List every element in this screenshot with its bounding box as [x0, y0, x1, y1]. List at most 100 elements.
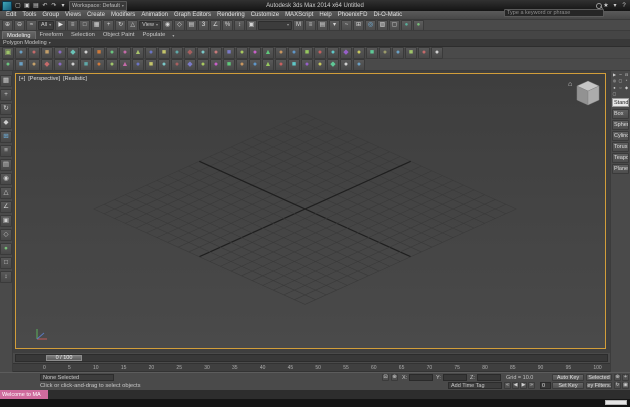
- plugin-icon[interactable]: ●: [314, 58, 326, 71]
- plugin-icon[interactable]: ▣: [2, 46, 14, 59]
- plugin-icon[interactable]: ●: [106, 58, 118, 71]
- primitive-category-dropdown[interactable]: Standard: [612, 98, 629, 107]
- select-object-icon[interactable]: ▶: [55, 19, 67, 31]
- plugin-icon[interactable]: ▲: [262, 46, 274, 59]
- select-and-scale-icon[interactable]: △: [127, 19, 139, 31]
- cameras-category-icon[interactable]: ▢: [612, 91, 617, 96]
- angle-snap-icon[interactable]: ∠: [209, 19, 221, 31]
- plugin-icon[interactable]: ◆: [67, 46, 79, 59]
- select-by-name-icon[interactable]: ≡: [67, 19, 79, 31]
- plugin-icon[interactable]: ●: [158, 58, 170, 71]
- object-type-button[interactable]: Torus: [612, 142, 629, 152]
- plugin-icon[interactable]: ●: [236, 46, 248, 59]
- new-scene-icon[interactable]: ▢: [14, 2, 22, 10]
- plugin-icon[interactable]: ●: [210, 46, 222, 59]
- undo-icon[interactable]: ↶: [41, 2, 49, 10]
- left-tool-icon[interactable]: ≡: [0, 145, 12, 157]
- mirror-icon[interactable]: M: [292, 19, 304, 31]
- plugin-icon[interactable]: ●: [67, 58, 79, 71]
- plugin-icon[interactable]: ●: [15, 46, 27, 59]
- hierarchy-tab-icon[interactable]: ⊟: [624, 72, 629, 77]
- tab-freeform[interactable]: Freeform: [36, 31, 68, 39]
- plugin-icon[interactable]: ●: [119, 46, 131, 59]
- plugin-icon[interactable]: ●: [2, 58, 14, 71]
- add-time-tag-field[interactable]: Add Time Tag: [448, 382, 502, 389]
- plugin-icon[interactable]: ●: [301, 58, 313, 71]
- search-input[interactable]: [504, 9, 604, 17]
- menu-item[interactable]: Rendering: [214, 12, 248, 18]
- left-tool-icon[interactable]: ▣: [0, 215, 12, 227]
- view-cube[interactable]: ⌂: [567, 78, 601, 108]
- plugin-icon[interactable]: ●: [93, 58, 105, 71]
- menu-item[interactable]: Modifiers: [108, 12, 138, 18]
- plugin-icon[interactable]: ●: [288, 46, 300, 59]
- tab-selection[interactable]: Selection: [67, 31, 99, 39]
- plugin-icon[interactable]: ●: [197, 58, 209, 71]
- left-tool-icon[interactable]: ●: [0, 243, 12, 255]
- maximize-viewport-icon[interactable]: ▣: [622, 382, 629, 389]
- menu-item[interactable]: Create: [84, 12, 108, 18]
- left-tool-icon[interactable]: ▦: [0, 75, 12, 87]
- workspace-selector[interactable]: Workspace: Default ▾: [69, 0, 127, 11]
- tab-modeling[interactable]: Modeling: [2, 31, 36, 39]
- plugin-icon[interactable]: ■: [93, 46, 105, 59]
- edit-named-selection-sets-icon[interactable]: ▣: [245, 19, 257, 31]
- menu-item[interactable]: Customize: [248, 12, 282, 18]
- spinner-snap-icon[interactable]: ↕: [233, 19, 245, 31]
- plugin-icon[interactable]: ●: [275, 58, 287, 71]
- left-tool-icon[interactable]: △: [0, 187, 12, 199]
- plugin-icon[interactable]: ●: [275, 46, 287, 59]
- select-and-move-icon[interactable]: +: [103, 19, 115, 31]
- snaps-toggle-icon[interactable]: 3: [197, 19, 209, 31]
- select-and-rotate-icon[interactable]: ↻: [115, 19, 127, 31]
- time-slider-track[interactable]: 0 / 100: [15, 354, 608, 362]
- left-tool-icon[interactable]: +: [0, 89, 12, 101]
- plugin-icon[interactable]: ●: [249, 46, 261, 59]
- plugin-icon[interactable]: ■: [366, 46, 378, 59]
- plugin-icon[interactable]: ●: [327, 46, 339, 59]
- plugin-icon[interactable]: ■: [223, 46, 235, 59]
- unlink-selection-icon[interactable]: ⊖: [14, 19, 25, 31]
- plugin-icon[interactable]: ■: [288, 58, 300, 71]
- named-selection-sets-dropdown[interactable]: ▾: [257, 20, 292, 30]
- orbit-icon[interactable]: ↻: [614, 382, 621, 389]
- render-production-icon[interactable]: ●: [400, 19, 412, 31]
- object-type-button[interactable]: Sphere: [612, 120, 629, 130]
- key-selection-dropdown[interactable]: Selected: [586, 374, 612, 381]
- left-tool-icon[interactable]: ▤: [0, 159, 12, 171]
- menu-item[interactable]: Graph Editors: [171, 12, 214, 18]
- perspective-viewport[interactable]: [+] [Perspective] [Realistic] ⌂: [15, 73, 606, 349]
- selection-lock-icon[interactable]: ⊡: [382, 374, 389, 381]
- plugin-icon[interactable]: ●: [418, 46, 430, 59]
- previous-frame-icon[interactable]: ◀: [512, 382, 519, 389]
- key-filters-button[interactable]: Key Filters...: [586, 382, 612, 389]
- bind-to-space-warp-icon[interactable]: ≈: [26, 19, 37, 31]
- plugin-icon[interactable]: ●: [236, 58, 248, 71]
- plugin-icon[interactable]: ●: [210, 58, 222, 71]
- redo-icon[interactable]: ↷: [50, 2, 58, 10]
- plugin-icon[interactable]: ●: [28, 46, 40, 59]
- use-pivot-point-center-icon[interactable]: ◉: [161, 19, 173, 31]
- shapes-category-icon[interactable]: ○: [618, 85, 623, 90]
- plugin-icon[interactable]: ●: [80, 46, 92, 59]
- plugin-icon[interactable]: ■: [41, 46, 53, 59]
- menu-item[interactable]: PhoenixFD: [335, 12, 371, 18]
- plugin-icon[interactable]: ■: [15, 58, 27, 71]
- display-tab-icon[interactable]: ▢: [618, 78, 623, 83]
- menu-item[interactable]: Views: [62, 12, 84, 18]
- plugin-icon[interactable]: ●: [249, 58, 261, 71]
- left-tool-icon[interactable]: ↻: [0, 103, 12, 115]
- plugin-icon[interactable]: ◆: [184, 58, 196, 71]
- plugin-icon[interactable]: ●: [106, 46, 118, 59]
- viewport-label-segment[interactable]: [+]: [19, 76, 25, 82]
- menu-item[interactable]: Animation: [138, 12, 171, 18]
- open-file-icon[interactable]: ▣: [23, 2, 31, 10]
- material-editor-icon[interactable]: ◎: [364, 19, 376, 31]
- align-icon[interactable]: ≡: [304, 19, 316, 31]
- create-tab-icon[interactable]: ▶: [612, 72, 617, 77]
- plugin-icon[interactable]: ●: [54, 46, 66, 59]
- schematic-view-icon[interactable]: ⊞: [352, 19, 364, 31]
- window-crossing-icon[interactable]: ▦: [91, 19, 103, 31]
- play-animation-icon[interactable]: ▶: [520, 382, 527, 389]
- pan-icon[interactable]: +: [622, 374, 629, 381]
